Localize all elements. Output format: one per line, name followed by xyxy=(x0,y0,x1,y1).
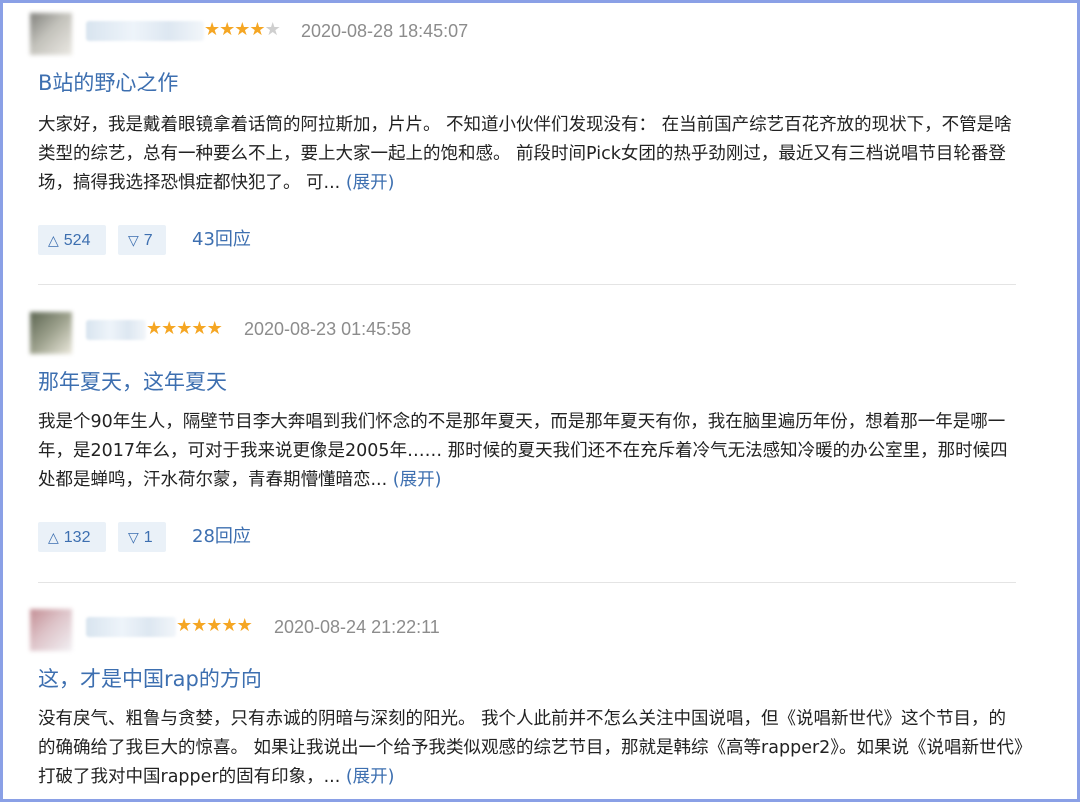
star-icon: ★ xyxy=(161,318,177,339)
divider xyxy=(38,582,1016,583)
star-icon: ★ xyxy=(221,615,237,636)
replies-link[interactable]: 28回应 xyxy=(192,522,251,552)
useless-button[interactable]: ▽ 7 xyxy=(118,225,166,255)
divider xyxy=(38,284,1016,285)
avatar[interactable] xyxy=(30,609,72,651)
star-icon: ★ xyxy=(206,318,223,339)
useful-button[interactable]: △ 524 xyxy=(38,225,106,255)
username[interactable] xyxy=(86,320,146,340)
star-icon: ★ xyxy=(191,615,207,636)
review-body: 我是个90年生人，隔壁节目李大奔唱到我们怀念的不是那年夏天，而是那年夏天有你，我… xyxy=(38,408,1023,495)
review-body: 大家好，我是戴着眼镜拿着话筒的阿拉斯加，片片。 不知道小伙伴们发现没有： 在当前… xyxy=(38,111,1023,198)
rating-stars: ★★★★★ xyxy=(204,19,281,40)
useful-button[interactable]: △ 132 xyxy=(38,522,106,552)
review-time: 2020-08-28 18:45:07 xyxy=(301,21,469,41)
star-icon: ★ xyxy=(204,19,220,40)
useless-count: 7 xyxy=(143,232,153,249)
up-triangle-icon: △ xyxy=(48,232,59,248)
useful-count: 132 xyxy=(63,529,91,546)
expand-link[interactable]: (展开) xyxy=(346,173,395,193)
star-icon: ★ xyxy=(146,318,162,339)
useless-button[interactable]: ▽ 1 xyxy=(118,522,166,552)
up-triangle-icon: △ xyxy=(48,529,59,545)
down-triangle-icon: ▽ xyxy=(128,232,139,248)
star-icon: ★ xyxy=(219,19,235,40)
expand-link[interactable]: (展开) xyxy=(393,470,442,490)
review-title[interactable]: 这，才是中国rap的方向 xyxy=(38,663,262,693)
review-text: 大家好，我是戴着眼镜拿着话筒的阿拉斯加，片片。 不知道小伙伴们发现没有： 在当前… xyxy=(38,115,1012,193)
review-text: 没有戾气、粗鲁与贪婪，只有赤诚的阴暗与深刻的阳光。 我个人此前并不怎么关注中国说… xyxy=(38,709,1023,787)
star-icon: ★ xyxy=(191,318,207,339)
star-icon: ★ xyxy=(249,19,265,40)
review-time: 2020-08-23 01:45:58 xyxy=(244,319,412,339)
review-body: 没有戾气、粗鲁与贪婪，只有赤诚的阴暗与深刻的阳光。 我个人此前并不怎么关注中国说… xyxy=(38,705,1023,792)
down-triangle-icon: ▽ xyxy=(128,529,139,545)
star-icon: ★ xyxy=(176,318,192,339)
review-title[interactable]: 那年夏天，这年夏天 xyxy=(38,366,227,396)
star-icon: ★ xyxy=(206,615,222,636)
star-icon: ★ xyxy=(234,19,250,40)
useless-count: 1 xyxy=(143,529,153,546)
star-icon: ★ xyxy=(236,615,253,636)
rating-stars: ★★★★★ xyxy=(146,318,223,339)
star-icon: ★ xyxy=(264,19,281,40)
useful-count: 524 xyxy=(63,232,91,249)
expand-link[interactable]: (展开) xyxy=(346,767,395,787)
rating-stars: ★★★★★ xyxy=(176,615,253,636)
username[interactable] xyxy=(86,617,176,637)
replies-link[interactable]: 43回应 xyxy=(192,225,251,255)
username[interactable] xyxy=(86,21,204,41)
review-time: 2020-08-24 21:22:11 xyxy=(274,617,440,637)
avatar[interactable] xyxy=(30,312,72,354)
star-icon: ★ xyxy=(176,615,192,636)
review-text: 我是个90年生人，隔壁节目李大奔唱到我们怀念的不是那年夏天，而是那年夏天有你，我… xyxy=(38,412,1008,490)
avatar[interactable] xyxy=(30,13,72,55)
review-title[interactable]: B站的野心之作 xyxy=(38,67,178,97)
